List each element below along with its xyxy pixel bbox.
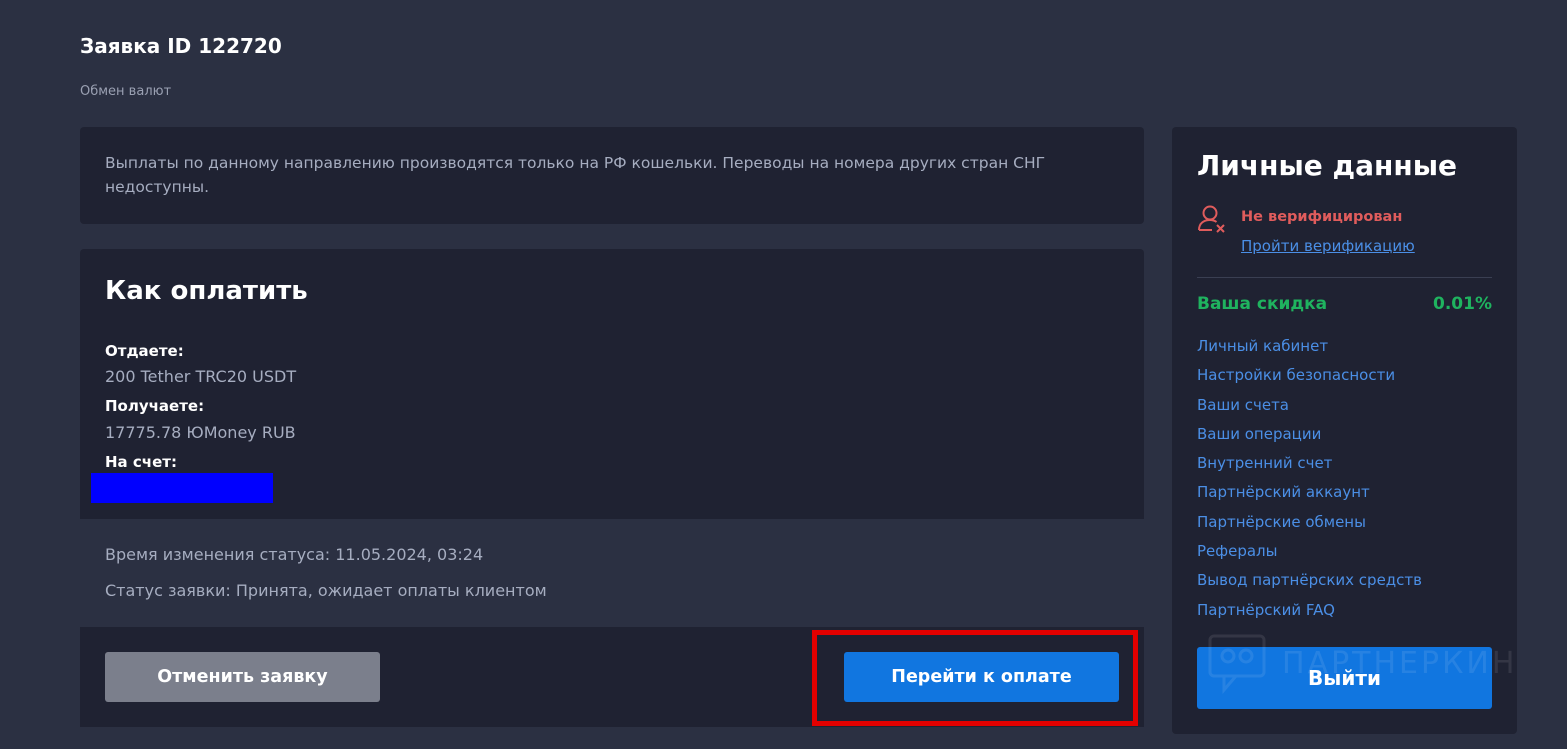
status-changed-line: Время изменения статуса: 11.05.2024, 03:… <box>105 545 483 564</box>
payment-info-panel: Как оплатить Отдаете: 200 Tether TRC20 U… <box>80 249 1144 519</box>
menu-item-partner-withdrawal[interactable]: Вывод партнёрских средств <box>1197 572 1422 601</box>
notice-text: Выплаты по данному направлению производя… <box>105 154 1046 196</box>
account-menu: Личный кабинет Настройки безопасности Ва… <box>1197 337 1422 631</box>
menu-item-security-settings[interactable]: Настройки безопасности <box>1197 367 1422 396</box>
menu-item-accounts[interactable]: Ваши счета <box>1197 396 1422 426</box>
highlight-box <box>812 630 1138 726</box>
menu-item-partner-account[interactable]: Партнёрский аккаунт <box>1197 484 1422 513</box>
order-status-line: Статус заявки: Принята, ожидает оплаты к… <box>105 581 547 600</box>
verification-link[interactable]: Пройти верификацию <box>1241 237 1415 255</box>
account-label: На счет: <box>105 453 177 471</box>
user-x-icon <box>1198 205 1225 233</box>
verification-status: Не верифицирован <box>1241 209 1403 225</box>
menu-item-partner-exchanges[interactable]: Партнёрские обмены <box>1197 513 1422 543</box>
redacted-account-number <box>91 473 273 503</box>
menu-item-personal-cabinet[interactable]: Личный кабинет <box>1197 337 1422 367</box>
menu-item-referrals[interactable]: Рефералы <box>1197 542 1422 572</box>
menu-item-internal-account[interactable]: Внутренний счет <box>1197 455 1422 484</box>
status-changed-label: Время изменения статуса: <box>105 545 331 564</box>
divider <box>1197 277 1492 278</box>
discount-label: Ваша скидка <box>1197 294 1328 314</box>
discount-value: 0.01% <box>1433 294 1492 314</box>
order-title: Заявка ID 122720 <box>80 34 282 58</box>
logout-button[interactable]: Выйти <box>1197 647 1492 709</box>
status-changed-value: 11.05.2024, 03:24 <box>335 545 484 564</box>
give-label: Отдаете: <box>105 342 184 360</box>
payment-title: Как оплатить <box>105 276 308 306</box>
menu-item-partner-faq[interactable]: Партнёрский FAQ <box>1197 601 1422 631</box>
sidebar-title: Личные данные <box>1197 149 1458 182</box>
receive-label: Получаете: <box>105 397 205 415</box>
menu-item-operations[interactable]: Ваши операции <box>1197 425 1422 455</box>
notice-panel: Выплаты по данному направлению производя… <box>80 127 1144 224</box>
give-value: 200 Tether TRC20 USDT <box>105 367 297 386</box>
order-status-value: Принята, ожидает оплаты клиентом <box>235 581 547 600</box>
page: Заявка ID 122720 Обмен валют Выплаты по … <box>0 0 1567 749</box>
order-subtitle: Обмен валют <box>80 84 172 99</box>
cancel-order-button[interactable]: Отменить заявку <box>105 652 380 702</box>
receive-value: 17775.78 ЮMoney RUB <box>105 423 296 442</box>
sidebar-personal-data: Личные данные Не верифицирован Пройти ве… <box>1172 127 1517 734</box>
order-status-label: Статус заявки: <box>105 581 231 600</box>
